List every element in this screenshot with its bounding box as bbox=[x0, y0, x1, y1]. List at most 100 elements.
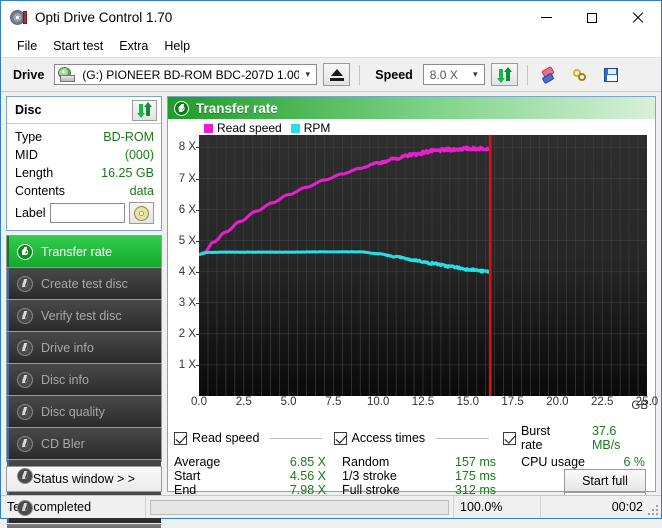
close-button[interactable] bbox=[615, 1, 661, 34]
stat-value: 157 ms bbox=[455, 455, 512, 469]
disc-row-value: BD-ROM bbox=[103, 130, 154, 144]
disc-row-key: Type bbox=[15, 130, 42, 144]
menu-start-test[interactable]: Start test bbox=[45, 37, 111, 55]
start-full-button[interactable]: Start full bbox=[564, 469, 646, 492]
x-axis-tick: 22.5 bbox=[591, 396, 613, 408]
speed-select-value: 8.0 X bbox=[430, 68, 467, 82]
chart-header: Transfer rate bbox=[168, 97, 655, 119]
option-divider bbox=[270, 438, 321, 439]
stat-value: 6 % bbox=[585, 455, 647, 469]
disc-row-length: Length 16.25 GB bbox=[15, 164, 154, 182]
menu-file[interactable]: File bbox=[9, 37, 45, 55]
disc-row-type: Type BD-ROM bbox=[15, 128, 154, 146]
eject-button[interactable] bbox=[323, 63, 350, 86]
sidebar-item-cd-bler[interactable]: CD Bler bbox=[7, 428, 161, 459]
legend-swatch-rpm bbox=[291, 124, 300, 133]
stat-row-third-stroke: 1/3 stroke 175 ms bbox=[342, 469, 512, 483]
maximize-icon bbox=[587, 13, 597, 23]
menu-extra[interactable]: Extra bbox=[111, 37, 156, 55]
disc-icon bbox=[17, 500, 33, 516]
access-times-checkbox[interactable] bbox=[334, 432, 347, 445]
y-axis-tick: 2 X bbox=[179, 328, 196, 340]
sidebar-item-transfer-rate[interactable]: Transfer rate bbox=[7, 236, 161, 267]
option-divider bbox=[436, 438, 489, 439]
speed-select[interactable]: 8.0 X ▾ bbox=[423, 64, 485, 85]
sidebar-item-label: Transfer rate bbox=[41, 245, 112, 259]
sidebar-item-drive-info[interactable]: Drive info bbox=[7, 332, 161, 363]
minimize-icon bbox=[541, 17, 552, 18]
disc-row-value: 16.25 GB bbox=[101, 166, 154, 180]
sidebar-item-label: Disc quality bbox=[41, 405, 105, 419]
cpu-and-actions-column: CPU usage 6 % Start full Start part bbox=[512, 455, 647, 491]
y-axis-tick: 3 X bbox=[179, 297, 196, 309]
stat-row-start: Start 4.56 X bbox=[174, 469, 342, 483]
maximize-button[interactable] bbox=[569, 1, 615, 34]
x-axis-tick: 5.0 bbox=[281, 396, 297, 408]
settings-button[interactable] bbox=[568, 63, 593, 86]
burst-rate-checkbox[interactable] bbox=[503, 432, 516, 445]
disc-label-input[interactable] bbox=[50, 203, 125, 223]
drive-label: Drive bbox=[7, 68, 48, 82]
stat-row-random: Random 157 ms bbox=[342, 455, 512, 469]
chart-title: Transfer rate bbox=[196, 101, 278, 116]
option-label: Burst rate bbox=[521, 424, 574, 452]
refresh-icon bbox=[137, 103, 152, 117]
read-speed-checkbox[interactable] bbox=[174, 432, 187, 445]
disc-label-row: Label bbox=[15, 201, 154, 225]
refresh-icon bbox=[497, 68, 512, 82]
x-axis-tick: 12.5 bbox=[412, 396, 434, 408]
disc-icon bbox=[17, 340, 33, 356]
legend-item-rpm: RPM bbox=[291, 121, 331, 135]
option-label: Access times bbox=[352, 431, 426, 445]
disc-row-key: Contents bbox=[15, 184, 65, 198]
stat-value: 6.85 X bbox=[290, 455, 342, 469]
erase-button[interactable] bbox=[537, 63, 562, 86]
option-burst-rate[interactable]: Burst rate 37.6 MB/s bbox=[503, 424, 647, 452]
speed-label: Speed bbox=[369, 68, 417, 82]
toolbar-divider bbox=[359, 65, 360, 85]
save-button[interactable] bbox=[599, 63, 624, 86]
sidebar-nav-spacer bbox=[7, 524, 161, 528]
stat-row-average: Average 6.85 X bbox=[174, 455, 342, 469]
toolbar: Drive (G:) PIONEER BD-ROM BDC-207D 1.00 … bbox=[1, 57, 661, 92]
sidebar-item-verify-test-disc[interactable]: Verify test disc bbox=[7, 300, 161, 331]
minimize-button[interactable] bbox=[523, 1, 569, 34]
option-read-speed[interactable]: Read speed bbox=[174, 431, 322, 445]
disc-label-button[interactable] bbox=[129, 202, 154, 224]
sidebar-item-label: CD Bler bbox=[41, 437, 85, 451]
y-axis-tick: 4 X bbox=[179, 266, 196, 278]
stat-row-cpu-usage: CPU usage 6 % bbox=[512, 455, 647, 469]
y-axis-tick: 7 X bbox=[179, 173, 196, 185]
statistics: Average 6.85 X Start 4.56 X End 7.98 X R… bbox=[168, 452, 655, 491]
disc-refresh-button[interactable] bbox=[132, 100, 157, 121]
menu-help[interactable]: Help bbox=[156, 37, 198, 55]
x-axis-tick: 25.0 bbox=[636, 396, 658, 408]
results-panel: Transfer rate Read speed RPM 1 X2 X3 X4 … bbox=[167, 96, 656, 492]
start-full-row: Start full bbox=[512, 469, 647, 492]
x-axis-tick: 0.0 bbox=[191, 396, 207, 408]
chevron-down-icon: ▾ bbox=[467, 69, 484, 80]
chart-legend: Read speed RPM bbox=[204, 121, 330, 135]
eject-icon bbox=[330, 69, 344, 81]
eraser-icon bbox=[539, 64, 560, 84]
drive-select[interactable]: (G:) PIONEER BD-ROM BDC-207D 1.00 ▾ bbox=[54, 64, 317, 85]
sidebar-item-create-test-disc[interactable]: Create test disc bbox=[7, 268, 161, 299]
sidebar-item-disc-quality[interactable]: Disc quality bbox=[7, 396, 161, 427]
app-window: Opti Drive Control 1.70 File Start test … bbox=[0, 0, 662, 519]
y-axis-tick: 8 X bbox=[179, 141, 196, 153]
disc-label-key: Label bbox=[15, 206, 46, 220]
resize-grip-icon[interactable] bbox=[648, 505, 658, 515]
option-access-times[interactable]: Access times bbox=[334, 431, 489, 445]
stat-value: 175 ms bbox=[455, 469, 512, 483]
x-axis-tick: 17.5 bbox=[501, 396, 523, 408]
sidebar-item-label: Drive info bbox=[41, 341, 94, 355]
sidebar-item-disc-info[interactable]: Disc info bbox=[7, 364, 161, 395]
speed-stats-column: Average 6.85 X Start 4.56 X End 7.98 X bbox=[174, 455, 342, 491]
chart-options: Read speed Access times Burst rate 37.6 … bbox=[168, 424, 655, 452]
x-axis-tick: 20.0 bbox=[546, 396, 568, 408]
x-axis-tick: 2.5 bbox=[236, 396, 252, 408]
disc-row-mid: MID (000) bbox=[15, 146, 154, 164]
title-bar: Opti Drive Control 1.70 bbox=[1, 1, 661, 34]
sidebar-item-label: Create test disc bbox=[41, 277, 128, 291]
refresh-button[interactable] bbox=[491, 63, 518, 86]
